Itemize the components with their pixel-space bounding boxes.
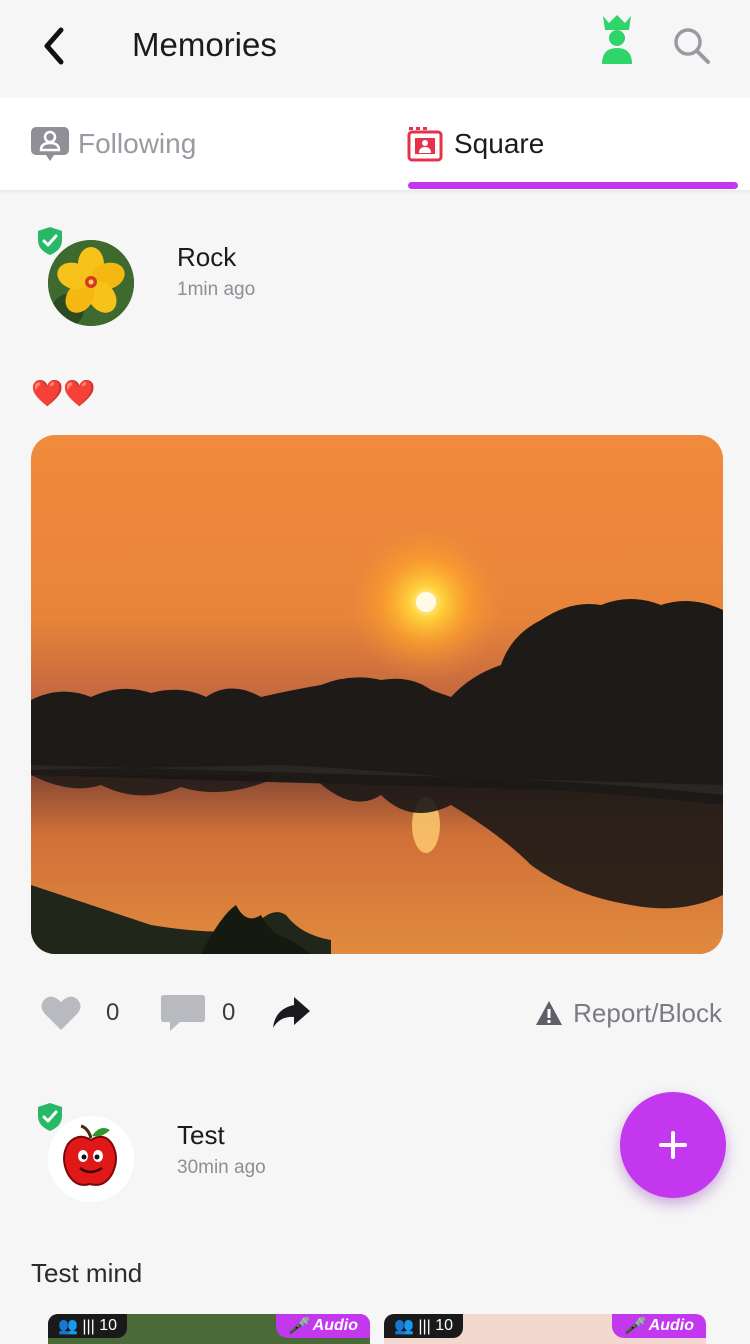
media-thumbnail[interactable]: 👥 ||| 10 🎤 Audio xyxy=(48,1314,370,1344)
post-timestamp: 1min ago xyxy=(177,279,256,300)
tab-square[interactable]: Square xyxy=(406,98,544,190)
like-button[interactable] xyxy=(40,985,82,1041)
audio-badge-label: Audio xyxy=(648,1317,694,1334)
create-post-button[interactable] xyxy=(620,1092,726,1198)
listener-count: 10 xyxy=(435,1317,454,1334)
tab-following[interactable]: Following xyxy=(30,98,196,190)
plus-icon xyxy=(659,1131,687,1159)
listener-count-badge: 👥 ||| 10 xyxy=(48,1314,128,1338)
page-title: Memories xyxy=(132,26,277,63)
report-block-button[interactable]: Report/Block xyxy=(535,985,722,1041)
media-thumbnail[interactable]: 👥 ||| 10 🎤 Audio xyxy=(384,1314,706,1344)
report-block-label: Report/Block xyxy=(573,997,722,1028)
post-timestamp: 30min ago xyxy=(177,1157,266,1178)
post-text: ❤️❤️ xyxy=(31,378,96,408)
share-button[interactable] xyxy=(270,985,312,1041)
back-button[interactable] xyxy=(30,22,78,70)
tab-following-label: Following xyxy=(78,128,197,159)
profile-card-icon xyxy=(31,127,69,161)
post-text: Test mind xyxy=(31,1258,143,1288)
post-username[interactable]: Test xyxy=(177,1120,225,1151)
square-photo-icon xyxy=(407,127,443,162)
like-count: 0 xyxy=(106,999,120,1026)
mic-icon: 🎤 xyxy=(624,1318,649,1335)
share-arrow-icon xyxy=(273,997,310,1028)
verified-shield-icon xyxy=(38,1103,62,1131)
audio-badge-label: Audio xyxy=(312,1317,358,1334)
listener-count-badge: 👥 ||| 10 xyxy=(384,1314,464,1338)
audio-badge: 🎤 Audio xyxy=(612,1314,706,1338)
app-header: Memories xyxy=(0,0,750,96)
verified-shield-icon xyxy=(38,227,62,255)
group-icon: 👥 ||| xyxy=(58,1318,100,1335)
post-username[interactable]: Rock xyxy=(177,242,236,273)
comment-button[interactable] xyxy=(160,985,206,1041)
post-image[interactable] xyxy=(31,435,723,954)
sunset-lake-image xyxy=(31,435,723,954)
mic-icon: 🎤 xyxy=(288,1318,313,1335)
avatar[interactable] xyxy=(38,227,136,328)
tab-bar: Following Square xyxy=(0,98,750,190)
active-tab-indicator xyxy=(408,182,738,189)
audio-badge: 🎤 Audio xyxy=(276,1314,370,1338)
avatar[interactable] xyxy=(38,1103,136,1204)
vip-crown-user-icon[interactable] xyxy=(594,14,640,66)
search-icon[interactable] xyxy=(670,24,714,68)
comment-count: 0 xyxy=(222,999,236,1026)
group-icon: 👥 ||| xyxy=(394,1318,436,1335)
chevron-left-icon xyxy=(44,27,64,65)
post-actions: 0 0 Report/Block xyxy=(0,985,750,1041)
listener-count: 10 xyxy=(99,1317,118,1334)
warning-icon xyxy=(536,1001,563,1025)
media-thumbnails: 👥 ||| 10 🎤 Audio 👥 ||| 10 🎤 Audio xyxy=(48,1314,708,1344)
heart-icon xyxy=(41,996,81,1030)
comment-icon xyxy=(161,995,205,1031)
tab-square-label: Square xyxy=(454,128,545,159)
